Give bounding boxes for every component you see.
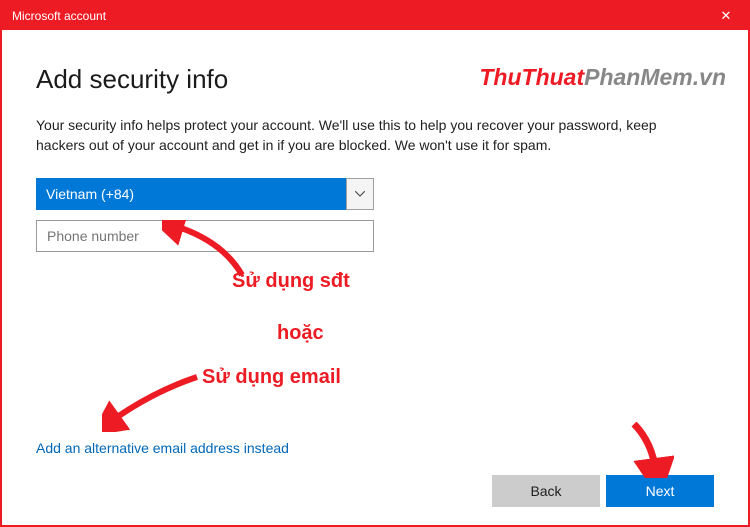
country-code-select[interactable]: Vietnam (+84)	[36, 178, 374, 210]
close-icon: ✕	[721, 8, 732, 24]
annotation-use-email: Sử dụng email	[202, 366, 341, 389]
annotation-use-phone: Sử dụng sđt	[232, 270, 350, 293]
next-button[interactable]: Next	[606, 475, 714, 507]
annotation-or: hoặc	[277, 322, 324, 345]
alternative-email-link[interactable]: Add an alternative email address instead	[36, 440, 714, 456]
button-row: Back Next	[492, 475, 714, 507]
country-selected-label: Vietnam (+84)	[36, 178, 346, 210]
close-button[interactable]: ✕	[704, 2, 748, 30]
annotation-arrow-next	[624, 422, 674, 478]
watermark-text: ThuThuatPhanMem.vn	[479, 64, 726, 91]
page-description: Your security info helps protect your ac…	[36, 115, 706, 156]
window-title: Microsoft account	[12, 9, 106, 23]
titlebar: Microsoft account ✕	[2, 2, 748, 30]
back-button[interactable]: Back	[492, 475, 600, 507]
chevron-down-icon	[346, 178, 374, 210]
annotation-arrow-email	[102, 372, 202, 432]
